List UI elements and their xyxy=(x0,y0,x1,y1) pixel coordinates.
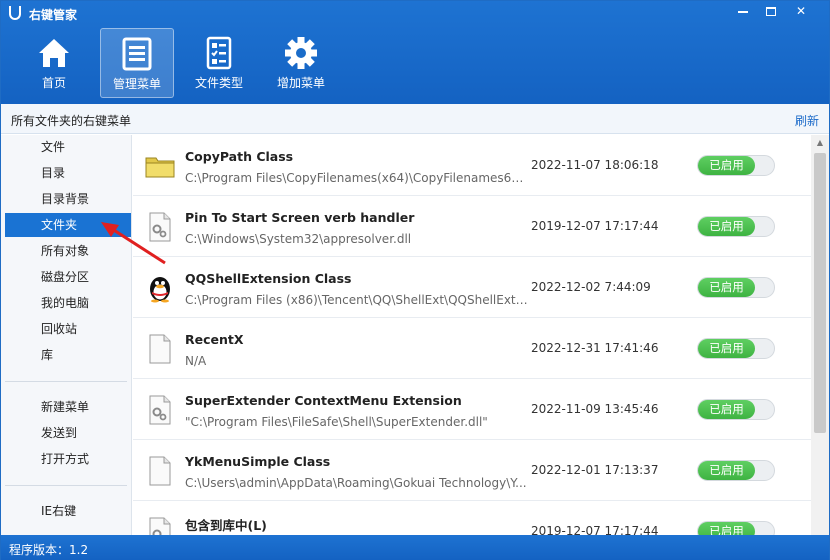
enable-toggle[interactable]: 已启用 xyxy=(697,216,775,237)
item-path: C:\Windows\System32\appresolver.dll xyxy=(185,232,412,246)
list-item[interactable]: Pin To Start Screen verb handler C:\Wind… xyxy=(133,196,811,257)
item-date: 2022-11-09 13:45:46 xyxy=(531,402,659,416)
qq-penguin-icon xyxy=(150,277,170,303)
file-type-icon xyxy=(206,36,232,70)
list-item[interactable]: YkMenuSimple Class C:\Users\admin\AppDat… xyxy=(133,440,811,501)
context-menu-list: CopyPath Class C:\Program Files\CopyFile… xyxy=(133,135,811,535)
list-item[interactable]: 包含到库中(L) 2019-12-07 17:17:44 已启用 xyxy=(133,501,811,535)
item-name: 包含到库中(L) xyxy=(185,518,267,533)
refresh-link[interactable]: 刷新 xyxy=(795,112,819,129)
toolbar-home-label: 首页 xyxy=(41,76,66,90)
scroll-thumb[interactable] xyxy=(814,153,826,433)
section-title: 所有文件夹的右键菜单 xyxy=(11,114,132,128)
dll-file-icon xyxy=(149,212,171,242)
item-path: "C:\Program Files\FileSafe\Shell\SuperEx… xyxy=(185,415,488,429)
maximize-button[interactable] xyxy=(761,4,781,19)
toggle-label: 已启用 xyxy=(698,522,755,535)
sidebar-item-library[interactable]: 库 xyxy=(5,343,131,367)
blank-file-icon xyxy=(149,456,171,486)
item-path: C:\Program Files\CopyFilenames(x64)\Copy… xyxy=(185,171,530,185)
enable-toggle[interactable]: 已启用 xyxy=(697,460,775,481)
sidebar: 文件 目录 目录背景 文件夹 所有对象 磁盘分区 我的电脑 回收站 库 新建菜单… xyxy=(1,135,132,535)
app-logo-icon xyxy=(9,6,21,20)
toolbar-home-button[interactable]: 首页 xyxy=(17,28,91,98)
item-date: 2022-12-31 17:41:46 xyxy=(531,341,659,355)
dll-file-icon xyxy=(149,395,171,425)
enable-toggle[interactable]: 已启用 xyxy=(697,338,775,359)
sidebar-divider xyxy=(5,485,127,486)
item-path: C:\Users\admin\AppData\Roaming\Gokuai Te… xyxy=(185,476,527,490)
header: 右键管家 ✕ 首页 管理菜单 文件类型 增加菜单 xyxy=(1,1,829,104)
list-item[interactable]: RecentX N/A 2022-12-31 17:41:46 已启用 xyxy=(133,318,811,379)
dll-file-icon xyxy=(149,517,171,535)
minimize-icon xyxy=(738,10,748,13)
sidebar-item-my-computer[interactable]: 我的电脑 xyxy=(5,291,131,315)
toolbar-manage-menu-label: 管理菜单 xyxy=(112,77,161,91)
sub-header: 所有文件夹的右键菜单 刷新 xyxy=(1,104,829,134)
toolbar-file-type-label: 文件类型 xyxy=(194,76,243,90)
item-date: 2022-12-01 17:13:37 xyxy=(531,463,659,477)
sidebar-item-all-objects[interactable]: 所有对象 xyxy=(5,239,131,263)
item-date: 2022-12-02 7:44:09 xyxy=(531,280,651,294)
toggle-label: 已启用 xyxy=(698,156,755,175)
item-name: SuperExtender ContextMenu Extension xyxy=(185,393,462,408)
item-date: 2022-11-07 18:06:18 xyxy=(531,158,659,172)
toolbar-add-menu-label: 增加菜单 xyxy=(276,76,325,90)
minimize-button[interactable] xyxy=(733,4,753,19)
item-name: QQShellExtension Class xyxy=(185,271,352,286)
scroll-up-arrow-icon[interactable]: ▲ xyxy=(811,135,829,151)
toolbar-add-menu-button[interactable]: 增加菜单 xyxy=(264,28,338,98)
toggle-label: 已启用 xyxy=(698,461,755,480)
menu-list-icon xyxy=(122,37,152,71)
home-icon xyxy=(39,39,69,67)
sidebar-divider xyxy=(5,381,127,382)
toggle-label: 已启用 xyxy=(698,400,755,419)
maximize-icon xyxy=(766,7,776,16)
sidebar-item-file[interactable]: 文件 xyxy=(5,135,131,159)
item-name: YkMenuSimple Class xyxy=(185,454,331,469)
sidebar-item-disk-partition[interactable]: 磁盘分区 xyxy=(5,265,131,289)
app-window: 右键管家 ✕ 首页 管理菜单 文件类型 增加菜单 所有文件夹的右键菜单 刷新 文… xyxy=(0,0,830,560)
toolbar-manage-menu-button[interactable]: 管理菜单 xyxy=(100,28,174,98)
blank-file-icon xyxy=(149,334,171,364)
close-icon: ✕ xyxy=(795,4,807,18)
item-date: 2019-12-07 17:17:44 xyxy=(531,219,659,233)
title-bar: 右键管家 ✕ xyxy=(1,1,829,25)
sidebar-item-folder[interactable]: 文件夹 xyxy=(5,213,131,237)
enable-toggle[interactable]: 已启用 xyxy=(697,521,775,535)
list-item[interactable]: SuperExtender ContextMenu Extension "C:\… xyxy=(133,379,811,440)
sidebar-item-recycle-bin[interactable]: 回收站 xyxy=(5,317,131,341)
sidebar-item-send-to[interactable]: 发送到 xyxy=(5,421,131,445)
vertical-scrollbar[interactable]: ▲ xyxy=(811,135,829,535)
list-item[interactable]: CopyPath Class C:\Program Files\CopyFile… xyxy=(133,135,811,196)
sidebar-item-new-menu[interactable]: 新建菜单 xyxy=(5,395,131,419)
sidebar-item-open-with[interactable]: 打开方式 xyxy=(5,447,131,471)
version-label: 程序版本：1.2 xyxy=(9,543,89,557)
list-item[interactable]: QQShellExtension Class C:\Program Files … xyxy=(133,257,811,318)
close-button[interactable]: ✕ xyxy=(791,4,811,19)
item-path: C:\Program Files (x86)\Tencent\QQ\ShellE… xyxy=(185,293,530,307)
item-name: Pin To Start Screen verb handler xyxy=(185,210,415,225)
item-name: RecentX xyxy=(185,332,244,347)
sidebar-item-ie-context[interactable]: IE右键 xyxy=(5,499,131,523)
item-path: N/A xyxy=(185,354,207,368)
toggle-label: 已启用 xyxy=(698,217,755,236)
gear-icon xyxy=(285,37,317,69)
sidebar-item-directory[interactable]: 目录 xyxy=(5,161,131,185)
item-date: 2019-12-07 17:17:44 xyxy=(531,524,659,535)
enable-toggle[interactable]: 已启用 xyxy=(697,277,775,298)
toggle-label: 已启用 xyxy=(698,278,755,297)
item-name: CopyPath Class xyxy=(185,149,294,164)
folder-icon xyxy=(145,157,175,178)
enable-toggle[interactable]: 已启用 xyxy=(697,155,775,176)
app-title: 右键管家 xyxy=(29,8,78,22)
sidebar-item-directory-background[interactable]: 目录背景 xyxy=(5,187,131,211)
toggle-label: 已启用 xyxy=(698,339,755,358)
status-bar: 程序版本：1.2 xyxy=(1,535,829,560)
enable-toggle[interactable]: 已启用 xyxy=(697,399,775,420)
toolbar-file-type-button[interactable]: 文件类型 xyxy=(182,28,256,98)
main-toolbar: 首页 管理菜单 文件类型 增加菜单 xyxy=(1,26,829,100)
